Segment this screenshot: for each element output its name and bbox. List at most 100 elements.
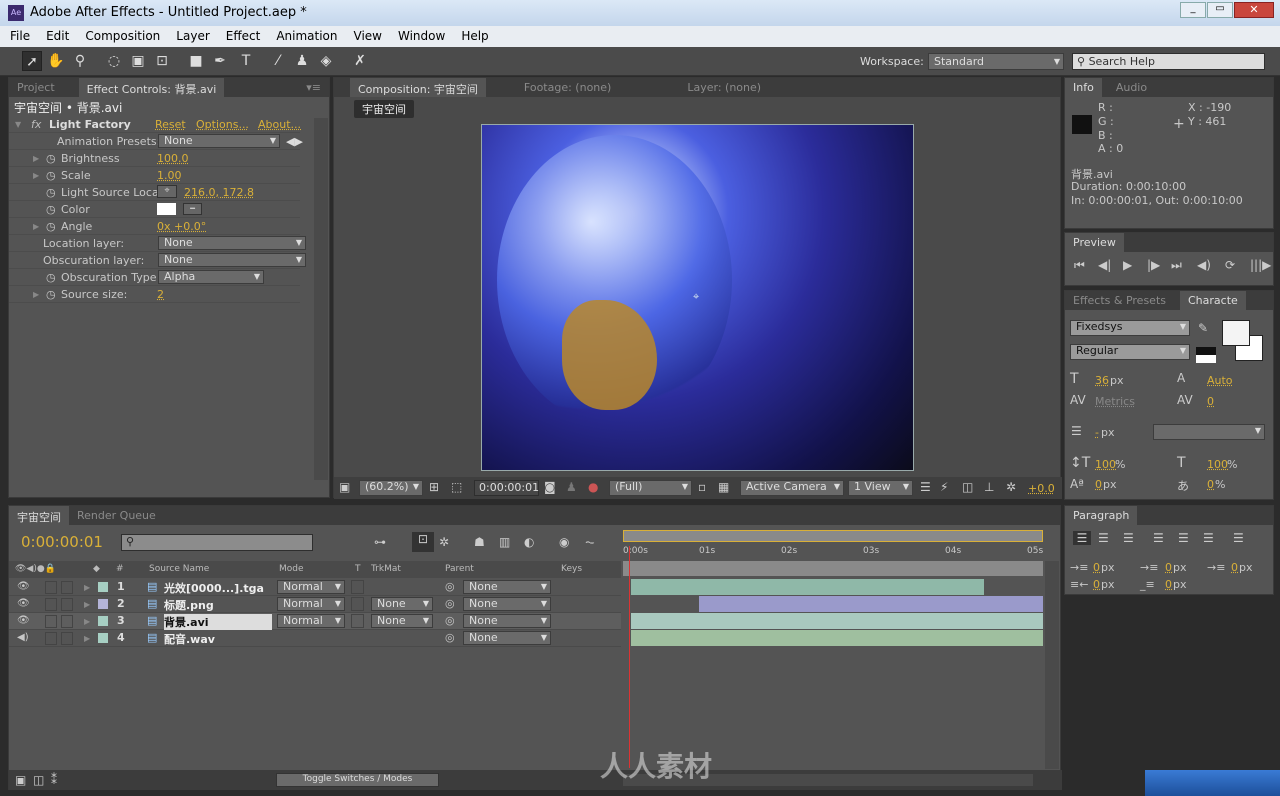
indent-right-value[interactable]: 0: [1165, 561, 1172, 574]
pick-whip-icon[interactable]: ◎: [445, 597, 455, 610]
reset-link[interactable]: Reset: [155, 118, 186, 131]
current-time-indicator[interactable]: [629, 546, 630, 768]
comp-mini-flowchart-icon[interactable]: ⊶: [374, 535, 386, 549]
solo-toggle[interactable]: [45, 581, 57, 594]
hide-shy-layers-icon[interactable]: ☗: [474, 535, 485, 549]
layer-duration-bar[interactable]: [631, 579, 985, 595]
parent-select[interactable]: None: [463, 597, 551, 611]
layer-row[interactable]: 👁 ▶ 1 ▤ 光效[0000...].tga Normal ◎ None: [9, 579, 621, 596]
ram-preview-icon[interactable]: |||▶: [1250, 258, 1271, 272]
tab-timeline-comp[interactable]: 宇宙空间: [9, 506, 69, 525]
justify-all-icon[interactable]: ☰: [1233, 531, 1244, 545]
video-toggle-icon[interactable]: 👁: [17, 581, 30, 592]
stopwatch-icon[interactable]: ◷: [46, 288, 56, 301]
layer-row[interactable]: 👁 ▶ 2 ▤ 标题.png Normal None ◎ None: [9, 596, 621, 613]
expand-triangle-icon[interactable]: ▶: [84, 634, 90, 643]
menu-layer[interactable]: Layer: [166, 26, 215, 47]
param-value[interactable]: 0x +0.0°: [157, 220, 206, 233]
menu-effect[interactable]: Effect: [216, 26, 267, 47]
lock-toggle[interactable]: [61, 598, 73, 611]
video-toggle-icon[interactable]: 👁: [17, 615, 30, 626]
obscuration-layer-select[interactable]: None: [158, 253, 306, 267]
timeline-timecode[interactable]: 0:00:00:01: [21, 533, 103, 551]
toggle-pixel-aspect-icon[interactable]: ☰: [920, 480, 931, 494]
menu-help[interactable]: Help: [451, 26, 494, 47]
obscuration-type-select[interactable]: Alpha: [158, 270, 264, 284]
layer-mode-select[interactable]: Normal: [277, 614, 345, 628]
lock-toggle[interactable]: [61, 581, 73, 594]
region-of-interest-icon[interactable]: ▫: [698, 480, 706, 494]
timeline-search-input[interactable]: ⚲: [121, 534, 313, 551]
color-swatch[interactable]: [157, 203, 176, 215]
solo-toggle[interactable]: [45, 615, 57, 628]
label-color-swatch[interactable]: [98, 582, 108, 592]
play-icon[interactable]: ▶: [1123, 258, 1132, 272]
channel-icon[interactable]: ●: [588, 480, 598, 494]
menu-file[interactable]: File: [0, 26, 36, 47]
solo-toggle[interactable]: [45, 598, 57, 611]
tab-project[interactable]: Project: [9, 78, 63, 97]
expand-triangle-icon[interactable]: ▶: [33, 154, 39, 163]
flowchart-icon[interactable]: ⊥: [984, 480, 994, 494]
tsume-value[interactable]: 0: [1207, 478, 1214, 491]
crosshair-icon[interactable]: ⌖: [157, 185, 177, 198]
tab-audio[interactable]: Audio: [1108, 78, 1155, 97]
align-right-icon[interactable]: ☰: [1123, 531, 1134, 545]
rectangle-tool-icon[interactable]: ■: [186, 51, 206, 71]
space-after-value[interactable]: 0: [1165, 578, 1172, 591]
puppet-pin-tool-icon[interactable]: ✗: [350, 51, 370, 71]
time-ruler[interactable]: 0:00s 01s 02s 03s 04s 05s: [623, 542, 1043, 560]
transparency-grid-icon[interactable]: ▦: [718, 480, 729, 494]
minimize-button[interactable]: _: [1180, 2, 1206, 18]
reset-exposure-icon[interactable]: ✲: [1006, 480, 1016, 494]
layer-duration-bar[interactable]: [631, 630, 1043, 646]
indent-first-line-value[interactable]: 0: [1231, 561, 1238, 574]
toggle-switches-modes-button[interactable]: Toggle Switches / Modes: [276, 773, 439, 787]
preserve-transparency-toggle[interactable]: [351, 597, 364, 611]
pan-behind-tool-icon[interactable]: ⊡: [152, 51, 172, 71]
animation-presets-select[interactable]: None: [158, 134, 280, 148]
layer-name[interactable]: 背景.avi: [164, 614, 272, 630]
tab-effects-presets[interactable]: Effects & Presets: [1065, 291, 1174, 310]
fast-previews-icon[interactable]: ⚡: [940, 480, 948, 494]
work-area-bar[interactable]: [623, 530, 1043, 542]
layer-row[interactable]: 👁 ▶ 3 ▤ 背景.avi Normal None ◎ None: [9, 613, 621, 630]
param-value[interactable]: 100.0: [157, 152, 189, 165]
expand-triangle-icon[interactable]: ▶: [33, 222, 39, 231]
vertical-scale-value[interactable]: 100: [1095, 458, 1116, 471]
text-tool-icon[interactable]: T: [236, 51, 256, 71]
draft-3d-icon[interactable]: ✲: [439, 535, 449, 549]
justify-left-icon[interactable]: ☰: [1153, 531, 1164, 545]
stopwatch-icon[interactable]: ◷: [46, 220, 56, 233]
frame-blending-icon[interactable]: ▥: [499, 535, 510, 549]
timeline-scrollbar[interactable]: [1045, 561, 1059, 769]
tab-layer[interactable]: Layer: (none): [679, 78, 769, 97]
label-color-swatch[interactable]: [98, 616, 108, 626]
preset-nav-arrows-icon[interactable]: ◀▶: [286, 135, 303, 148]
magnification-select[interactable]: (60.2%): [359, 480, 423, 496]
stroke-width-value[interactable]: -: [1095, 426, 1099, 439]
expand-triangle-icon[interactable]: ▶: [84, 600, 90, 609]
layer-row[interactable]: ◀) ▶ 4 ▤ 配音.wav ◎ None: [9, 630, 621, 647]
light-source-crosshair-icon[interactable]: ⌖: [693, 290, 699, 304]
parent-select[interactable]: None: [463, 580, 551, 594]
video-toggle-icon[interactable]: 👁: [17, 598, 30, 609]
stroke-style-select[interactable]: [1153, 424, 1265, 440]
tracking-value[interactable]: 0: [1207, 395, 1214, 408]
lock-toggle[interactable]: [61, 632, 73, 645]
layer-duration-bar[interactable]: [631, 613, 1043, 629]
param-value[interactable]: 1.00: [157, 169, 182, 182]
fx-icon[interactable]: fx: [31, 118, 41, 131]
expand-triangle-icon[interactable]: ▶: [84, 617, 90, 626]
kerning-value[interactable]: Metrics: [1095, 395, 1135, 408]
camera-view-select[interactable]: Active Camera: [740, 480, 844, 496]
pick-whip-icon[interactable]: ◎: [445, 580, 455, 593]
pick-whip-icon[interactable]: ◎: [445, 631, 455, 644]
options-link[interactable]: Options...: [196, 118, 249, 131]
pen-tool-icon[interactable]: ✒: [210, 51, 230, 71]
layer-name[interactable]: 配音.wav: [164, 631, 215, 647]
show-snapshot-icon[interactable]: ♟: [566, 480, 577, 494]
menu-edit[interactable]: Edit: [36, 26, 75, 47]
last-frame-icon[interactable]: ⏭: [1171, 258, 1182, 273]
first-frame-icon[interactable]: ⏮: [1074, 258, 1085, 273]
